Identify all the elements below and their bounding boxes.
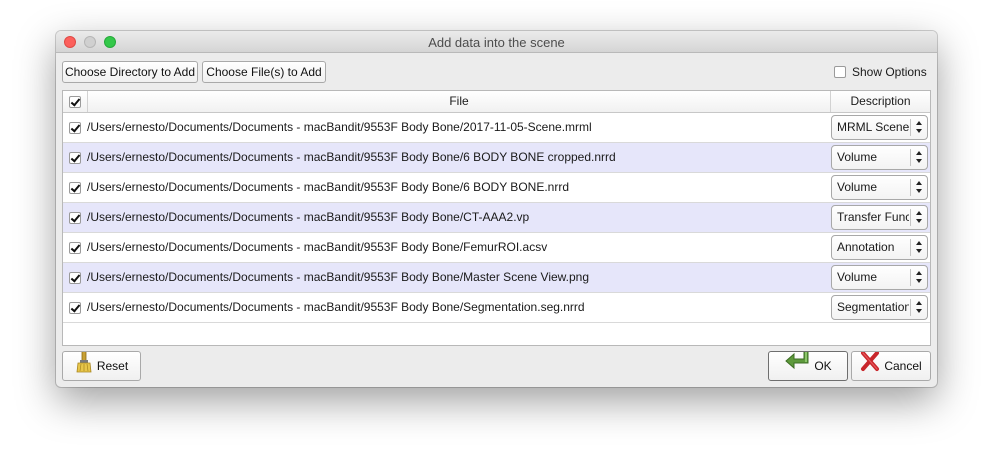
table-row[interactable]: /Users/ernesto/Documents/Documents - mac… [63,293,930,323]
file-path: /Users/ernesto/Documents/Documents - mac… [87,240,548,254]
file-path: /Users/ernesto/Documents/Documents - mac… [87,210,530,224]
row-checkbox[interactable] [69,182,81,194]
description-combobox[interactable]: Volume [831,265,928,290]
table-row[interactable]: /Users/ernesto/Documents/Documents - mac… [63,143,930,173]
up-down-arrows-icon [910,149,927,166]
red-x-icon [860,352,880,380]
ok-button[interactable]: OK [768,351,848,381]
table-row[interactable]: /Users/ernesto/Documents/Documents - mac… [63,113,930,143]
green-return-arrow-icon [784,352,810,380]
cancel-button[interactable]: Cancel [851,351,931,381]
description-combobox[interactable]: Annotation [831,235,928,260]
row-checkbox[interactable] [69,122,81,134]
show-options-toggle[interactable]: Show Options [834,64,927,80]
file-path: /Users/ernesto/Documents/Documents - mac… [87,300,585,314]
table-header: File Description [63,91,930,113]
row-checkbox[interactable] [69,242,81,254]
show-options-label: Show Options [852,65,927,79]
file-column-header[interactable]: File [87,91,830,112]
row-checkbox[interactable] [69,302,81,314]
row-checkbox[interactable] [69,272,81,284]
cancel-label: Cancel [884,359,922,373]
choose-directory-button[interactable]: Choose Directory to Add [62,61,198,83]
description-value: Volume [837,270,878,284]
description-combobox[interactable]: Transfer Function [831,205,928,230]
description-column-header[interactable]: Description [830,91,930,112]
add-data-dialog: Add data into the scene Choose Directory… [56,31,937,387]
choose-files-button[interactable]: Choose File(s) to Add [202,61,326,83]
select-all-checkbox[interactable] [69,96,81,108]
table-row[interactable]: /Users/ernesto/Documents/Documents - mac… [63,203,930,233]
up-down-arrows-icon [910,119,927,136]
table-body: /Users/ernesto/Documents/Documents - mac… [63,113,930,323]
description-value: Volume [837,180,878,194]
table-row[interactable]: /Users/ernesto/Documents/Documents - mac… [63,173,930,203]
ok-label: OK [814,359,832,373]
description-combobox[interactable]: Volume [831,145,928,170]
up-down-arrows-icon [910,299,927,316]
file-path: /Users/ernesto/Documents/Documents - mac… [87,120,592,134]
row-checkbox[interactable] [69,152,81,164]
description-value: Annotation [837,240,895,254]
up-down-arrows-icon [910,209,927,226]
description-value: Transfer Function [837,210,909,224]
table-row[interactable]: /Users/ernesto/Documents/Documents - mac… [63,263,930,293]
description-value: Volume [837,150,878,164]
file-path: /Users/ernesto/Documents/Documents - mac… [87,180,569,194]
show-options-checkbox[interactable] [834,66,846,78]
file-path: /Users/ernesto/Documents/Documents - mac… [87,270,590,284]
up-down-arrows-icon [910,269,927,286]
window-title: Add data into the scene [428,35,565,50]
table-row[interactable]: /Users/ernesto/Documents/Documents - mac… [63,233,930,263]
description-combobox[interactable]: Volume [831,175,928,200]
description-value: MRML Scene [837,120,909,134]
title-bar[interactable]: Add data into the scene [56,31,937,53]
description-value: Segmentation [837,300,909,314]
reset-label: Reset [96,359,129,373]
file-table: File Description /Users/ernesto/Document… [62,90,931,346]
description-combobox[interactable]: Segmentation [831,295,928,320]
reset-button[interactable]: Reset [62,351,141,381]
file-path: /Users/ernesto/Documents/Documents - mac… [87,150,616,164]
description-combobox[interactable]: MRML Scene [831,115,928,140]
broom-icon [75,352,93,380]
up-down-arrows-icon [910,179,927,196]
up-down-arrows-icon [910,239,927,256]
row-checkbox[interactable] [69,212,81,224]
